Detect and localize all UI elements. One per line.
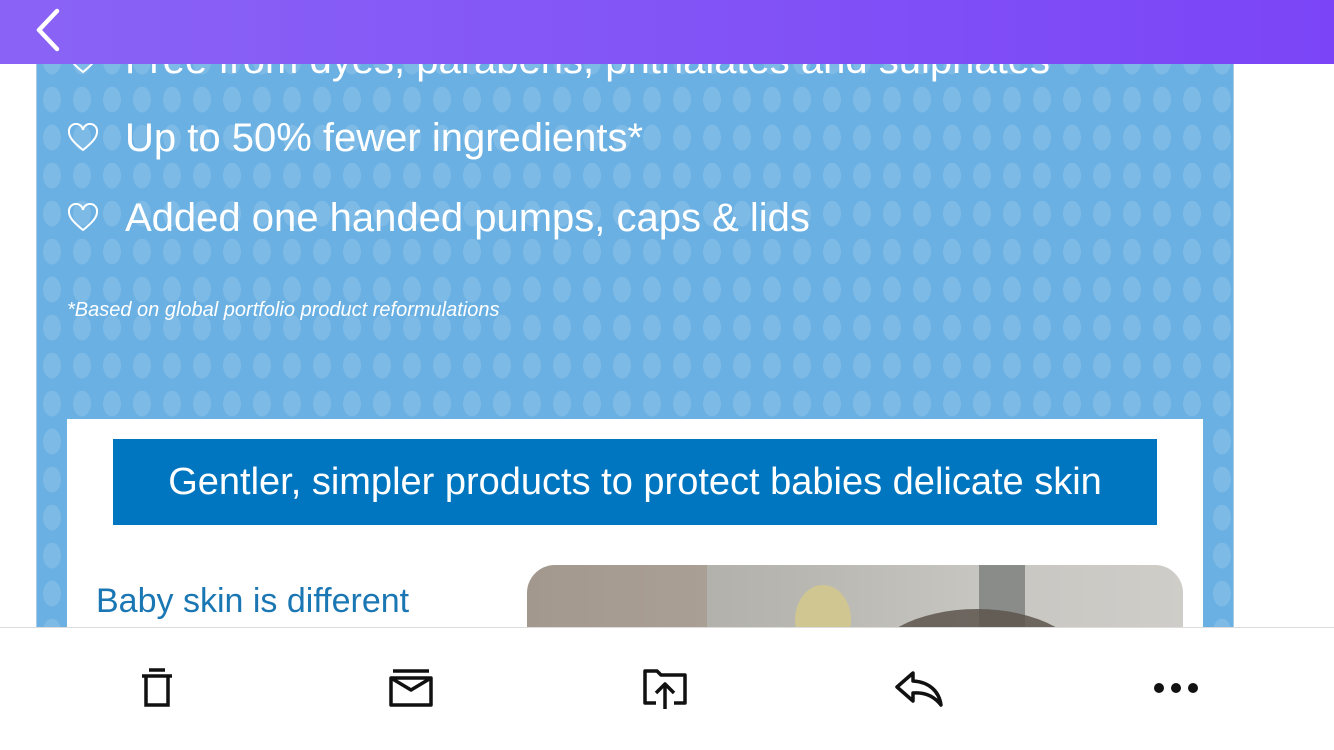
move-to-folder-icon	[641, 665, 689, 716]
more-button[interactable]	[1146, 662, 1206, 718]
feature-bullet: Up to 50% fewer ingredients*	[67, 114, 643, 162]
archive-button[interactable]	[381, 662, 441, 718]
heart-outline-icon	[67, 202, 99, 234]
trash-icon	[135, 666, 179, 715]
reply-button[interactable]	[889, 662, 949, 718]
baby-photo	[527, 565, 1183, 628]
section-subheading: Baby skin is different	[96, 582, 410, 620]
archive-icon	[387, 666, 435, 715]
nav-bar	[0, 0, 1334, 64]
heart-outline-icon	[67, 122, 99, 154]
bottom-toolbar	[0, 627, 1334, 750]
more-icon	[1152, 681, 1200, 700]
chevron-left-icon	[33, 8, 63, 57]
back-button[interactable]	[22, 6, 74, 58]
footnote: *Based on global portfolio product refor…	[67, 299, 500, 321]
headline-banner: Gentler, simpler products to protect bab…	[113, 439, 1157, 525]
feature-text: Up to 50% fewer ingredients*	[125, 116, 644, 160]
move-button[interactable]	[635, 662, 695, 718]
feature-text: Added one handed pumps, caps & lids	[125, 196, 810, 240]
reply-icon	[893, 667, 945, 714]
content-card: Gentler, simpler products to protect bab…	[67, 419, 1203, 628]
mail-reader-screen: Free from dyes, parabens, phthalates and…	[0, 0, 1334, 750]
feature-bullet: Added one handed pumps, caps & lids	[67, 194, 810, 242]
delete-button[interactable]	[127, 662, 187, 718]
hero-section: Free from dyes, parabens, phthalates and…	[36, 0, 1234, 628]
email-body[interactable]: Free from dyes, parabens, phthalates and…	[0, 0, 1334, 628]
